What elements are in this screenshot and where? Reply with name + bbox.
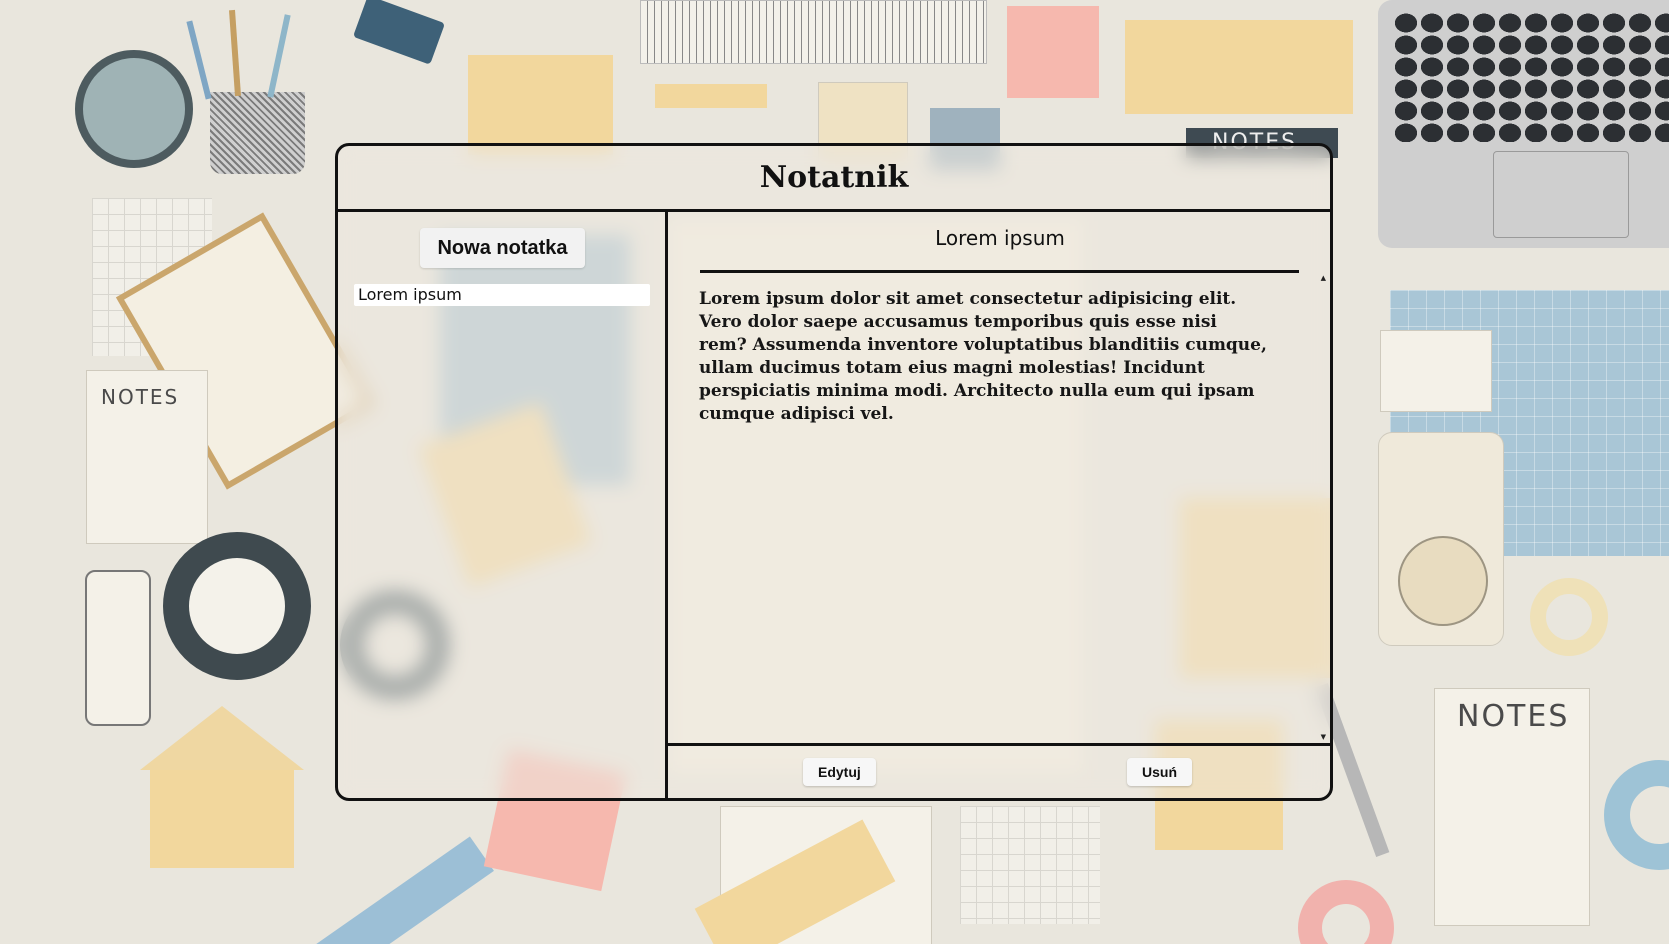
- spiral-notepad-decoration: [468, 55, 613, 155]
- note-content-area[interactable]: Lorem ipsum Lorem ipsum dolor sit amet c…: [668, 212, 1330, 746]
- note-list: Lorem ipsum: [354, 284, 650, 306]
- notes-label: NOTES: [101, 385, 180, 409]
- edit-button[interactable]: Edytuj: [803, 758, 876, 786]
- pencil-decoration: [229, 9, 241, 97]
- app-title: Notatnik: [759, 160, 909, 195]
- blue-ruler-decoration: [306, 836, 494, 944]
- notes-pad-decoration: NOTES: [1434, 688, 1590, 926]
- round-dish-decoration: [75, 50, 193, 168]
- content-area: Nowa notatka Lorem ipsum Lorem ipsum Lor…: [338, 212, 1330, 798]
- music-wheel-decoration: [1398, 536, 1488, 626]
- note-list-item[interactable]: Lorem ipsum: [354, 284, 650, 306]
- house-roof-decoration: [140, 706, 304, 770]
- ruler-decoration: [640, 0, 987, 64]
- title-bar: Notatnik: [338, 146, 1330, 212]
- note-body: Lorem ipsum dolor sit amet consectetur a…: [699, 289, 1267, 424]
- index-card-decoration: [1380, 330, 1492, 412]
- title-divider: [700, 270, 1299, 273]
- binder-clip-decoration: [352, 0, 446, 65]
- delete-button[interactable]: Usuń: [1127, 758, 1192, 786]
- notes-label: NOTES: [1457, 699, 1570, 734]
- scroll-down-arrow-icon[interactable]: ▼: [1321, 733, 1326, 741]
- tape-roll-decoration: [1530, 578, 1608, 656]
- notes-sidebar: Nowa notatka Lorem ipsum: [338, 212, 668, 798]
- note-title: Lorem ipsum: [935, 226, 1065, 250]
- note-view: Lorem ipsum Lorem ipsum dolor sit amet c…: [668, 212, 1330, 798]
- new-note-button[interactable]: Nowa notatka: [420, 228, 585, 268]
- tape-roll-decoration: [163, 532, 311, 680]
- envelope-decoration: [1125, 20, 1353, 114]
- phone-decoration: [85, 570, 151, 726]
- pink-sticky-note-decoration: [1007, 6, 1099, 98]
- calendar-decoration: [960, 806, 1100, 924]
- pink-tape-decoration: [1298, 880, 1394, 944]
- note-actions-bar: Edytuj Usuń: [668, 746, 1330, 798]
- laptop-keyboard-decoration: [1393, 12, 1669, 142]
- scroll-up-arrow-icon[interactable]: ▲: [1321, 274, 1326, 282]
- house-decoration: [150, 768, 294, 868]
- pencil-cup-decoration: [210, 92, 305, 174]
- notes-card-decoration: NOTES: [86, 370, 208, 544]
- notepad-window: Notatnik Nowa notatka Lorem ipsum Lorem …: [335, 143, 1333, 801]
- laptop-trackpad-decoration: [1493, 151, 1629, 238]
- pencil-decoration: [267, 14, 291, 98]
- blue-tape-decoration: [1604, 760, 1669, 870]
- small-block-decoration: [655, 84, 767, 108]
- pencil-decoration: [186, 20, 212, 100]
